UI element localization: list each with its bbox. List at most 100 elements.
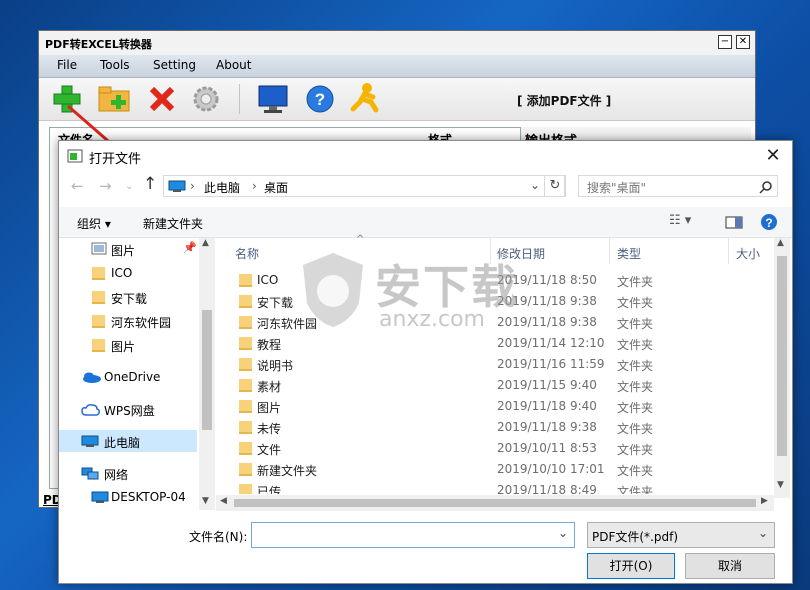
chevron-down-icon[interactable]: ⌄: [530, 178, 540, 192]
app-titlebar: PDF转EXCEL转换器 − ✕: [39, 31, 755, 56]
file-name: 说明书: [257, 359, 294, 373]
nav-scroll-thumb[interactable]: [202, 310, 212, 430]
add-pdf-label: [ 添加PDF文件 ]: [517, 94, 612, 108]
gear-icon[interactable]: [191, 84, 221, 114]
filename-label: 文件名(N):: [189, 530, 248, 544]
folder-icon: [239, 316, 252, 329]
app-menubar: File Tools Setting About: [39, 55, 755, 78]
watermark-shield-icon: [303, 253, 363, 327]
file-date: 2019/11/16 11:59: [497, 357, 605, 371]
refresh-icon[interactable]: ↻: [544, 175, 566, 197]
help-icon[interactable]: ?: [305, 84, 335, 114]
scroll-down-icon[interactable]: ▼: [202, 496, 209, 506]
nav-item-ico[interactable]: ICO: [59, 262, 197, 284]
computer-icon: [168, 180, 186, 192]
file-row[interactable]: 图片 2019/11/18 9:40 文件夹: [216, 396, 756, 417]
view-options-icon[interactable]: ☷ ▾: [669, 213, 691, 228]
app-title: PDF转EXCEL转换器: [45, 38, 152, 51]
pin-icon: 📌: [183, 241, 197, 254]
nav-scrollbar[interactable]: ▲ ▼: [199, 238, 215, 510]
folder-icon: [92, 267, 105, 280]
folder-icon: [239, 484, 252, 494]
computer-icon: [91, 491, 109, 503]
filetype-select[interactable]: PDF文件(*.pdf) ⌄: [587, 522, 775, 548]
scroll-right-icon[interactable]: ▶: [761, 496, 768, 506]
file-name: ICO: [257, 273, 279, 287]
computer-icon: [81, 435, 99, 447]
scroll-down-icon[interactable]: ▼: [777, 480, 784, 490]
recent-chevron-icon[interactable]: ⌄: [125, 181, 133, 192]
back-arrow-icon[interactable]: ←: [71, 177, 84, 195]
file-row[interactable]: 文件 2019/10/11 8:53 文件夹: [216, 438, 756, 459]
file-name: 未传: [257, 422, 282, 436]
nav-item-onedrive[interactable]: OneDrive: [59, 366, 197, 388]
file-name: 教程: [257, 338, 282, 352]
menu-file[interactable]: File: [57, 58, 77, 72]
file-name: 素材: [257, 380, 282, 394]
help-icon[interactable]: ?: [760, 213, 778, 231]
scroll-left-icon[interactable]: ◀: [220, 496, 227, 506]
column-divider[interactable]: [728, 238, 729, 264]
menu-tools[interactable]: Tools: [100, 58, 130, 72]
file-type: 文件夹: [617, 296, 654, 310]
h-scroll-thumb[interactable]: [234, 499, 756, 507]
col-name[interactable]: 名称: [235, 245, 259, 262]
search-input[interactable]: 搜索"桌面": [578, 175, 778, 197]
file-row[interactable]: 已传 2019/11/18 8:49 文件夹: [216, 480, 756, 494]
scroll-thumb[interactable]: [777, 256, 787, 456]
cancel-button[interactable]: 取消: [685, 553, 775, 579]
file-name: 图片: [257, 401, 282, 415]
nav-item-network[interactable]: 网络: [59, 462, 197, 484]
horizontal-scrollbar[interactable]: ◀ ▶: [216, 495, 774, 511]
up-arrow-icon[interactable]: ↑: [143, 174, 157, 194]
sort-up-icon: ^: [356, 234, 365, 245]
chevron-down-icon[interactable]: ⌄: [558, 526, 568, 540]
dialog-titlebar: 打开文件 ✕: [59, 141, 792, 171]
menu-about[interactable]: About: [216, 58, 251, 72]
breadcrumb-this-pc[interactable]: 此电脑: [204, 179, 240, 196]
nav-item-this-pc[interactable]: 此电脑: [59, 430, 197, 452]
dialog-close-button[interactable]: ✕: [762, 145, 784, 167]
file-row[interactable]: 未传 2019/11/18 9:38 文件夹: [216, 417, 756, 438]
nav-item-pictures-folder[interactable]: 图片: [59, 334, 197, 356]
monitor-icon[interactable]: [257, 84, 289, 114]
run-icon[interactable]: [349, 82, 379, 114]
col-size[interactable]: 大小: [736, 245, 760, 262]
column-divider[interactable]: [609, 238, 610, 264]
nav-item-anxz[interactable]: 安下载: [59, 286, 197, 308]
watermark: 安下载 anxz.com: [299, 251, 549, 341]
nav-item-wps[interactable]: WPS网盘: [59, 398, 197, 420]
forward-arrow-icon[interactable]: →: [99, 177, 112, 195]
chevron-right-icon: ›: [190, 179, 195, 193]
file-name: 新建文件夹: [257, 464, 318, 478]
organize-button[interactable]: 组织 ▾: [77, 215, 111, 232]
scroll-up-icon[interactable]: ▲: [777, 238, 784, 248]
open-button[interactable]: 打开(O): [587, 553, 675, 579]
watermark-en: anxz.com: [379, 307, 485, 332]
file-name: 已传: [257, 485, 282, 494]
new-folder-button[interactable]: 新建文件夹: [143, 215, 203, 232]
nav-item-desktop-04[interactable]: DESKTOP-04: [59, 486, 197, 508]
pictures-icon: [91, 242, 107, 255]
chevron-down-icon: ⌄: [758, 526, 769, 540]
close-button[interactable]: ✕: [736, 35, 750, 49]
col-type[interactable]: 类型: [617, 245, 641, 262]
chevron-right-icon: ›: [252, 179, 257, 193]
filename-input[interactable]: ⌄: [251, 522, 575, 548]
breadcrumb-desktop[interactable]: 桌面: [264, 179, 288, 196]
file-row[interactable]: 新建文件夹 2019/10/10 17:01 文件夹: [216, 459, 756, 480]
folder-icon: [239, 442, 252, 455]
preview-pane-icon[interactable]: [725, 216, 743, 229]
onedrive-icon: [83, 372, 101, 383]
nav-item-hedong[interactable]: 河东软件园: [59, 310, 197, 332]
file-list-scrollbar[interactable]: ▲ ▼: [774, 238, 790, 498]
minimize-button[interactable]: −: [718, 35, 732, 49]
scroll-up-icon[interactable]: ▲: [202, 238, 209, 248]
menu-setting[interactable]: Setting: [153, 58, 196, 72]
folder-icon: [239, 274, 252, 287]
file-row[interactable]: 素材 2019/11/15 9:40 文件夹: [216, 375, 756, 396]
file-date: 2019/11/18 9:38: [497, 420, 597, 434]
nav-item-pictures[interactable]: 图片 📌: [59, 238, 197, 260]
address-bar[interactable]: › 此电脑 › 桌面 ⌄: [163, 175, 565, 197]
file-row[interactable]: 说明书 2019/11/16 11:59 文件夹: [216, 354, 756, 375]
